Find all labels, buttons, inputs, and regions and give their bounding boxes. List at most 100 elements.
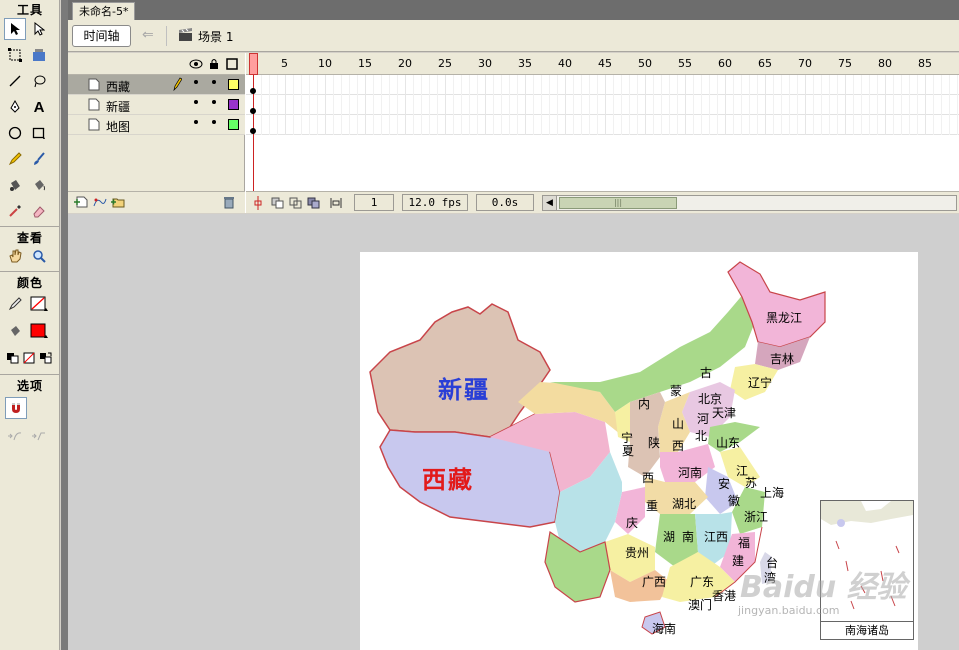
frame-number: 30 xyxy=(478,57,492,70)
brush-tool-icon[interactable] xyxy=(28,148,50,170)
map-label-province: 贵州 xyxy=(625,546,650,560)
visibility-dot[interactable] xyxy=(194,100,198,104)
free-transform-tool-icon[interactable] xyxy=(4,44,26,66)
map-label-province: 辽宁 xyxy=(748,376,773,390)
fill-color-swatch[interactable] xyxy=(28,320,50,342)
stroke-color-pencil-icon xyxy=(4,293,26,315)
zoom-tool-icon[interactable] xyxy=(28,245,50,267)
map-label-province: 陕 xyxy=(648,436,661,450)
frame-number: 50 xyxy=(638,57,652,70)
frame-ruler[interactable]: 1 5 10 15 20 25 30 35 40 45 50 55 60 65 … xyxy=(246,53,959,75)
map-label-province: 吉林 xyxy=(770,352,795,366)
map-label-province: 澳门 xyxy=(688,598,713,612)
map-label-province: 浙江 xyxy=(744,510,769,524)
options-section-title: 选项 xyxy=(16,379,43,393)
delete-layer-trash-icon[interactable] xyxy=(223,196,235,212)
insert-layer-folder-icon[interactable] xyxy=(111,196,125,211)
layer-outline-color-swatch[interactable] xyxy=(228,79,239,90)
lock-dot[interactable] xyxy=(212,100,216,104)
insert-layer-icon[interactable] xyxy=(74,196,88,211)
frame-grid[interactable] xyxy=(246,75,959,135)
frame-rate-field[interactable]: 12.0 fps xyxy=(402,194,468,211)
eraser-tool-icon[interactable] xyxy=(28,200,50,222)
lasso-tool-icon[interactable] xyxy=(28,70,50,92)
swap-colors-icon[interactable] xyxy=(35,347,57,369)
frame-number: 25 xyxy=(438,57,452,70)
center-frame-icon[interactable] xyxy=(250,195,266,211)
tools-divider xyxy=(0,271,60,272)
map-label-province: 湖北 xyxy=(672,497,697,511)
playhead[interactable] xyxy=(249,53,258,75)
onion-skin-outlines-icon[interactable] xyxy=(288,195,304,211)
rectangle-tool-icon[interactable] xyxy=(28,122,50,144)
paint-bucket-tool-icon[interactable] xyxy=(28,174,50,196)
view-section-title: 查看 xyxy=(16,231,43,245)
map-label-province: 广东 xyxy=(690,575,715,589)
timeline-horizontal-scrollbar[interactable]: ◀ ||| xyxy=(542,195,957,211)
subselection-tool-icon[interactable] xyxy=(28,18,50,40)
oval-tool-icon[interactable] xyxy=(4,122,26,144)
edit-multiple-frames-icon[interactable] xyxy=(306,195,322,211)
scene-label: 场景 1 xyxy=(198,30,234,44)
layer-row-xizang[interactable]: 西藏 xyxy=(68,75,245,95)
add-motion-guide-icon[interactable] xyxy=(93,196,107,211)
tools-divider xyxy=(0,226,60,227)
layer-header xyxy=(68,53,245,75)
selection-tool-icon[interactable] xyxy=(4,18,26,40)
scrollbar-thumb[interactable]: ||| xyxy=(559,197,677,209)
keyframe[interactable] xyxy=(250,108,256,114)
lock-dot[interactable] xyxy=(212,80,216,84)
text-tool-icon[interactable]: A xyxy=(28,96,50,118)
stage-canvas[interactable]: 新疆 西藏 黑龙江 吉林 辽宁 古 蒙 内 北京 天津 河 北 山 西 山东 宁… xyxy=(360,252,918,650)
keyframe[interactable] xyxy=(250,128,256,134)
document-tab[interactable]: 未命名-5* xyxy=(72,2,136,20)
frame-number: 15 xyxy=(358,57,372,70)
layer-row-xinjiang[interactable]: 新疆 xyxy=(68,95,245,115)
ink-bottle-tool-icon[interactable] xyxy=(4,174,26,196)
visibility-dot[interactable] xyxy=(194,80,198,84)
editbar-divider xyxy=(166,26,167,46)
hand-tool-icon[interactable] xyxy=(4,245,26,267)
current-frame-field[interactable]: 1 xyxy=(354,194,394,211)
lock-icon[interactable] xyxy=(207,57,221,71)
layer-outline-color-swatch[interactable] xyxy=(228,119,239,130)
eye-icon[interactable] xyxy=(189,57,203,71)
outline-icon[interactable] xyxy=(225,57,239,71)
timeline-panel: 西藏 新疆 地图 5 10 15 20 25 30 35 40 45 50 55… xyxy=(68,53,959,213)
layer-page-icon xyxy=(88,78,100,91)
snap-magnet-icon[interactable] xyxy=(5,397,27,419)
back-arrow-icon[interactable]: ⇐ xyxy=(142,27,154,43)
visibility-dot[interactable] xyxy=(194,120,198,124)
map-label-province: 徽 xyxy=(728,494,741,508)
scroll-left-arrow-icon[interactable]: ◀ xyxy=(543,196,557,210)
frames-area: 1 5 10 15 20 25 30 35 40 45 50 55 60 65 … xyxy=(246,53,959,213)
onion-skin-icon[interactable] xyxy=(270,195,286,211)
modify-onion-markers-icon[interactable] xyxy=(328,195,344,211)
layer-outline-color-swatch[interactable] xyxy=(228,99,239,110)
color-section-title: 颜色 xyxy=(16,276,43,290)
map-label-province: 古 xyxy=(700,366,713,380)
stroke-color-swatch[interactable] xyxy=(28,293,50,315)
layer-row-map[interactable]: 地图 xyxy=(68,115,245,135)
map-label-province: 内 xyxy=(638,397,651,411)
pencil-tool-icon[interactable] xyxy=(4,148,26,170)
straighten-option-icon[interactable] xyxy=(28,425,50,447)
smooth-option-icon[interactable] xyxy=(4,425,26,447)
elapsed-time-field: 0.0s xyxy=(476,194,534,211)
tools-panel-splitter[interactable] xyxy=(61,0,68,650)
eyedropper-tool-icon[interactable] xyxy=(4,200,26,222)
document-tab-bar: 未命名-5* xyxy=(68,0,959,20)
fill-transform-tool-icon[interactable] xyxy=(28,44,50,66)
layer-page-icon xyxy=(88,118,100,131)
lock-dot[interactable] xyxy=(212,120,216,124)
map-label-province: 庆 xyxy=(626,516,639,530)
pen-tool-icon[interactable] xyxy=(4,96,26,118)
baidu-watermark: Baidu 经验 xyxy=(740,570,907,605)
layer-footer xyxy=(68,191,245,213)
line-tool-icon[interactable] xyxy=(4,70,26,92)
clapperboard-icon xyxy=(178,28,194,45)
keyframe[interactable] xyxy=(250,88,256,94)
timeline-toggle-button[interactable]: 时间轴 xyxy=(72,25,131,47)
scene-breadcrumb[interactable]: 场景 1 xyxy=(178,28,233,45)
map-label-province: 西 xyxy=(672,439,685,453)
